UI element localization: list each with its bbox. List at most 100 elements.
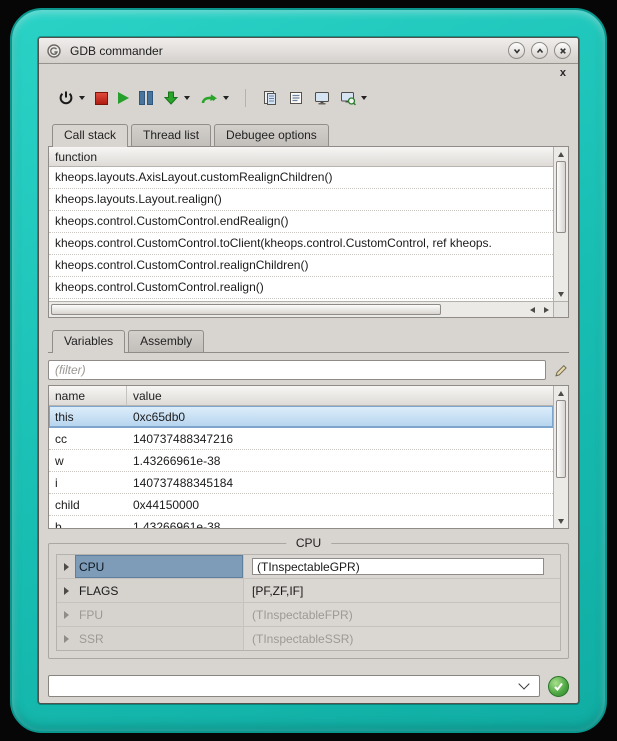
scrollbar-thumb[interactable] — [556, 400, 566, 478]
power-button[interactable] — [58, 90, 85, 106]
chevron-up-icon — [535, 46, 545, 56]
cpu-view-button[interactable] — [314, 90, 330, 106]
value-column-header[interactable]: value — [127, 386, 553, 406]
scroll-up-button[interactable] — [554, 386, 568, 400]
scrollbar-thumb[interactable] — [556, 161, 566, 233]
tab-call-stack[interactable]: Call stack — [52, 124, 128, 147]
tab-assembly[interactable]: Assembly — [128, 330, 204, 352]
scrollbar-thumb[interactable] — [51, 304, 441, 315]
call-stack-row[interactable]: kheops.layouts.AxisLayout.customRealignC… — [49, 167, 553, 189]
call-stack-panel: function kheops.layouts.AxisLayout.custo… — [48, 147, 569, 318]
pause-button[interactable] — [139, 91, 153, 105]
variable-row[interactable]: b 1.43266961e-38 — [49, 516, 553, 528]
inspect-button[interactable] — [340, 90, 367, 106]
stop-icon — [95, 92, 108, 105]
scroll-left-button[interactable] — [525, 302, 539, 317]
play-icon — [118, 92, 129, 104]
cpu-register-row[interactable]: CPU — [57, 555, 560, 579]
register-group-value — [243, 555, 560, 578]
cpu-register-row[interactable]: SSR (TInspectableSSR) — [57, 627, 560, 650]
variable-row[interactable]: i 140737488345184 — [49, 472, 553, 494]
client-area: x — [39, 64, 578, 703]
arrow-up-icon — [558, 152, 564, 157]
curved-arrow-icon — [200, 91, 218, 106]
cpu-register-row[interactable]: FPU (TInspectableFPR) — [57, 603, 560, 627]
call-stack-row[interactable]: kheops.control.CustomControl.toClient(kh… — [49, 233, 553, 255]
function-column-header[interactable]: function — [49, 147, 553, 167]
dock-header: x — [48, 66, 569, 80]
scroll-right-button[interactable] — [539, 302, 553, 317]
expander-icon[interactable] — [64, 563, 69, 571]
variable-value: 140737488347216 — [127, 432, 553, 446]
variable-value: 140737488345184 — [127, 476, 553, 490]
list-icon — [288, 90, 304, 106]
expander-icon[interactable] — [64, 635, 69, 643]
registers-button[interactable] — [262, 90, 278, 106]
app-icon — [46, 43, 62, 59]
scroll-down-button[interactable] — [554, 287, 568, 301]
variable-name: cc — [49, 432, 127, 446]
window-frame: GDB commander x — [10, 8, 607, 733]
call-stack-row[interactable]: kheops.control.CustomControl.realignChil… — [49, 255, 553, 277]
dock-close-button[interactable]: x — [557, 68, 569, 79]
register-group-value: (TInspectableSSR) — [243, 627, 560, 650]
expander-icon[interactable] — [64, 611, 69, 619]
check-icon — [552, 680, 565, 693]
close-button[interactable] — [554, 42, 571, 59]
arrow-up-icon — [558, 391, 564, 396]
variable-name: i — [49, 476, 127, 490]
variables-list: this 0xc65db0 cc 140737488347216 w 1.432… — [49, 406, 553, 528]
cpu-register-grid: CPU FLAGS [PF,ZF,IF] FPU — [56, 554, 561, 651]
scrollbar-track[interactable] — [554, 400, 568, 514]
filter-pen-icon[interactable] — [553, 363, 568, 378]
arrow-down-icon — [558, 292, 564, 297]
filter-input[interactable] — [48, 360, 546, 380]
step-button[interactable] — [163, 90, 190, 106]
dropdown-arrow-icon — [361, 96, 367, 100]
maximize-button[interactable] — [531, 42, 548, 59]
filter-row — [48, 360, 569, 380]
variable-row[interactable]: child 0x44150000 — [49, 494, 553, 516]
command-combobox[interactable] — [48, 675, 540, 697]
scroll-down-button[interactable] — [554, 514, 568, 528]
register-group-value: [PF,ZF,IF] — [243, 579, 560, 602]
expander-icon[interactable] — [64, 587, 69, 595]
stack-tabbar: Call stack Thread list Debugee options — [48, 124, 569, 147]
scrollbar-track[interactable] — [441, 302, 525, 317]
scrollbar-track[interactable] — [554, 161, 568, 287]
tab-debugee-options[interactable]: Debugee options — [214, 124, 329, 146]
execute-button[interactable] — [548, 676, 569, 697]
cpu-register-row[interactable]: FLAGS [PF,ZF,IF] — [57, 579, 560, 603]
call-stack-row[interactable]: kheops.layouts.Layout.realign() — [49, 189, 553, 211]
command-input[interactable] — [49, 679, 516, 693]
variable-row[interactable]: w 1.43266961e-38 — [49, 450, 553, 472]
titlebar[interactable]: GDB commander — [39, 38, 578, 64]
tab-thread-list[interactable]: Thread list — [131, 124, 211, 146]
call-stack-row[interactable]: kheops.control.CustomControl.realign() — [49, 277, 553, 299]
scroll-up-button[interactable] — [554, 147, 568, 161]
shade-button[interactable] — [508, 42, 525, 59]
variable-name: child — [49, 498, 127, 512]
variable-row[interactable]: this 0xc65db0 — [49, 406, 553, 428]
power-icon — [58, 90, 74, 106]
name-column-header[interactable]: name — [49, 386, 127, 406]
output-button[interactable] — [288, 90, 304, 106]
variable-name: b — [49, 520, 127, 529]
vertical-scrollbar[interactable] — [553, 147, 568, 301]
variable-row[interactable]: cc 140737488347216 — [49, 428, 553, 450]
vertical-scrollbar[interactable] — [553, 386, 568, 528]
register-group-name: FLAGS — [75, 579, 243, 602]
horizontal-scrollbar[interactable] — [49, 301, 553, 317]
scrollbar-corner — [553, 301, 568, 317]
stop-button[interactable] — [95, 92, 108, 105]
step-over-button[interactable] — [200, 91, 229, 106]
call-stack-row[interactable]: kheops.control.CustomControl.endRealign(… — [49, 211, 553, 233]
command-bar — [48, 675, 569, 697]
variable-name: this — [49, 410, 127, 424]
call-stack-list: kheops.layouts.AxisLayout.customRealignC… — [49, 167, 553, 301]
run-button[interactable] — [118, 92, 129, 104]
register-value-editor[interactable] — [252, 558, 544, 575]
tab-variables[interactable]: Variables — [52, 330, 125, 353]
monitor-search-icon — [340, 90, 356, 106]
combo-dropdown-icon[interactable] — [518, 678, 529, 689]
